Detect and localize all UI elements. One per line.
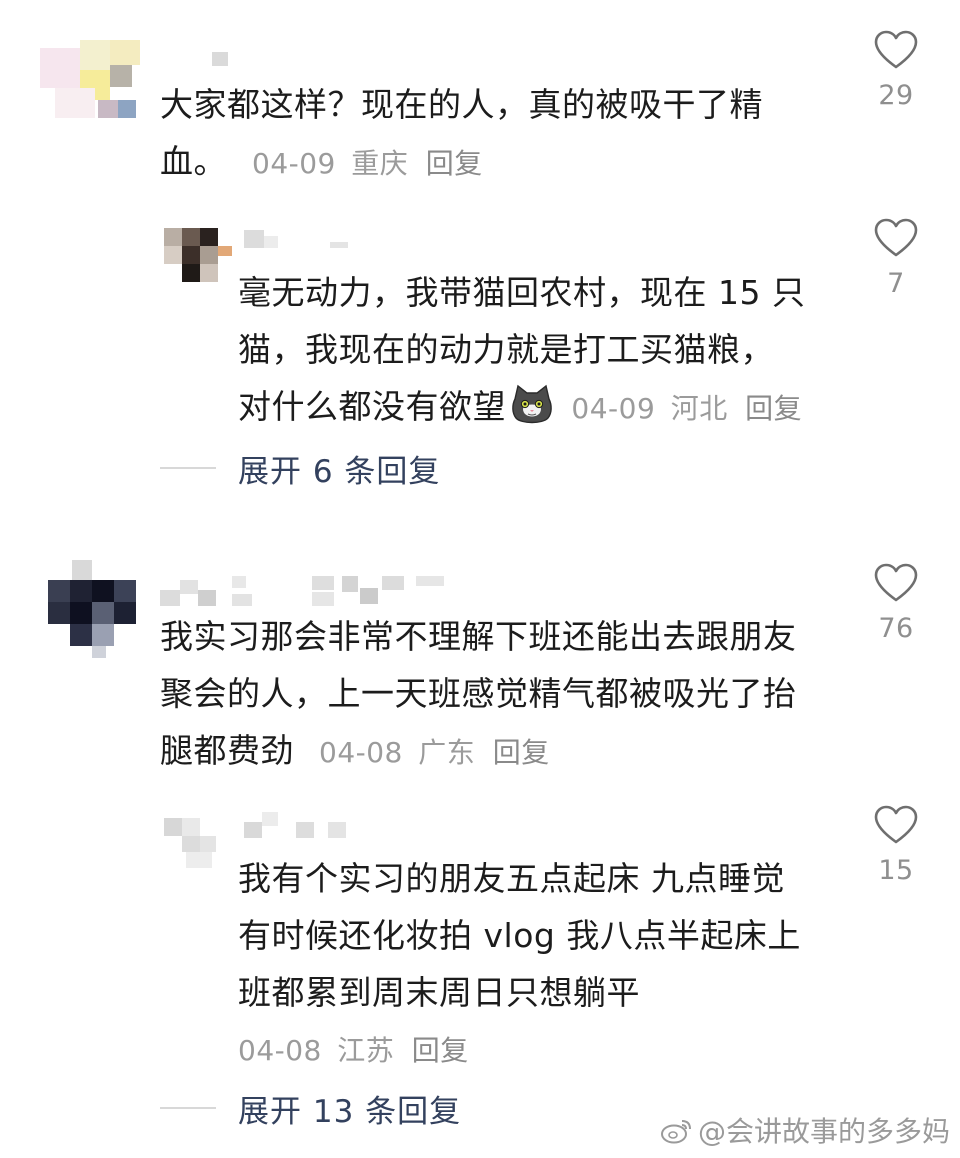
reply-line: 班都累到周末周日只想躺平 xyxy=(238,973,640,1012)
expand-replies-label[interactable]: 展开 6 条回复 xyxy=(238,446,440,491)
expand-replies-button[interactable]: 展开 13 条回复 xyxy=(160,1086,461,1131)
comment-line: 血。 xyxy=(160,142,227,181)
reply-location: 江苏 xyxy=(337,1034,395,1067)
reply-line: 对什么都没有欲望 xyxy=(238,387,506,426)
reply-button[interactable]: 回复 xyxy=(426,147,483,180)
avatar[interactable] xyxy=(164,818,220,870)
reply-date: 04-09 xyxy=(571,392,656,425)
cat-face-icon xyxy=(512,384,552,424)
reply-date: 04-08 xyxy=(238,1034,322,1067)
divider xyxy=(160,1107,216,1109)
like-count: 29 xyxy=(878,80,914,111)
reply-button[interactable]: 回复 xyxy=(745,392,802,425)
reply-line: 猫，我现在的动力就是打工买猫粮， xyxy=(238,330,774,369)
like-button[interactable]: 76 xyxy=(866,563,926,644)
comment-text: 大家都这样？现在的人，真的被吸干了精 血。 04-09 重庆 回复 xyxy=(160,76,763,192)
reply-location: 河北 xyxy=(670,392,728,425)
comment-line: 我实习那会非常不理解下班还能出去跟朋友 xyxy=(160,617,797,656)
comment-line: 腿都费劲 xyxy=(160,731,294,770)
like-button[interactable]: 29 xyxy=(866,30,926,111)
username[interactable] xyxy=(244,230,354,250)
username[interactable] xyxy=(212,52,232,68)
comment-meta: 04-08 广东 回复 xyxy=(319,736,550,769)
heart-icon[interactable] xyxy=(874,30,918,70)
expand-replies-button[interactable]: 展开 6 条回复 xyxy=(160,446,440,491)
reply-button[interactable]: 回复 xyxy=(493,736,550,769)
like-count: 7 xyxy=(887,268,905,299)
username[interactable] xyxy=(244,812,354,840)
heart-icon[interactable] xyxy=(874,218,918,258)
reply-line: 我有个实习的朋友五点起床 九点睡觉 xyxy=(238,859,785,898)
expand-replies-label[interactable]: 展开 13 条回复 xyxy=(238,1086,461,1131)
username[interactable] xyxy=(160,574,450,608)
comment-line: 大家都这样？现在的人，真的被吸干了精 xyxy=(160,85,763,124)
like-count: 15 xyxy=(878,855,914,886)
reply-text: 我有个实习的朋友五点起床 九点睡觉 有时候还化妆拍 vlog 我八点半起床上 班… xyxy=(238,850,801,1075)
avatar[interactable] xyxy=(164,228,234,282)
watermark: @会讲故事的多多妈 xyxy=(660,1110,950,1150)
reply-line: 有时候还化妆拍 vlog 我八点半起床上 xyxy=(238,916,801,955)
reply-text: 毫无动力，我带猫回农村，现在 15 只 猫，我现在的动力就是打工买猫粮， 对什么… xyxy=(238,264,805,437)
avatar[interactable] xyxy=(40,30,140,120)
comment-date: 04-09 xyxy=(252,147,336,180)
reply-button[interactable]: 回复 xyxy=(412,1034,469,1067)
reply-meta: 04-09 河北 回复 xyxy=(562,392,802,425)
comment-location: 广东 xyxy=(418,736,476,769)
like-button[interactable]: 7 xyxy=(866,218,926,299)
comment-line: 聚会的人，上一天班感觉精气都被吸光了抬 xyxy=(160,674,797,713)
like-button[interactable]: 15 xyxy=(866,805,926,886)
comment-date: 04-08 xyxy=(319,736,403,769)
comment-text: 我实习那会非常不理解下班还能出去跟朋友 聚会的人，上一天班感觉精气都被吸光了抬 … xyxy=(160,608,797,781)
reply-line: 毫无动力，我带猫回农村，现在 15 只 xyxy=(238,273,806,312)
weibo-logo-icon xyxy=(660,1120,691,1144)
heart-icon[interactable] xyxy=(874,563,918,603)
reply-meta: 04-08 江苏 回复 xyxy=(238,1027,801,1075)
watermark-text: @会讲故事的多多妈 xyxy=(697,1115,950,1148)
divider xyxy=(160,467,216,469)
like-count: 76 xyxy=(878,613,914,644)
heart-icon[interactable] xyxy=(874,805,918,845)
avatar[interactable] xyxy=(48,560,136,660)
comment-location: 重庆 xyxy=(351,147,409,180)
comment-meta: 04-09 重庆 回复 xyxy=(252,147,483,180)
